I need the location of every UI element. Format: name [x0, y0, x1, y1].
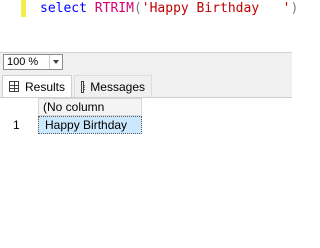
horizontal-scrollbar[interactable] — [65, 56, 290, 70]
zoom-value: 100 % — [7, 56, 39, 68]
result-cell[interactable]: Happy Birthday — [38, 116, 142, 134]
tab-messages[interactable]: Messages — [74, 75, 152, 97]
tab-results[interactable]: Results — [2, 75, 72, 97]
code-line[interactable]: select RTRIM('Happy Birthday ') — [40, 0, 298, 17]
row-header[interactable]: 1 — [6, 116, 38, 134]
results-tab-strip: Results Messages — [0, 73, 292, 98]
grid-corner[interactable] — [6, 98, 38, 116]
close-paren-token: ) — [290, 1, 299, 16]
open-paren-token: ( — [133, 1, 142, 16]
tab-messages-label: Messages — [90, 79, 145, 94]
string-token: 'Happy Birthday ' — [141, 1, 291, 16]
function-token: RTRIM — [94, 1, 134, 16]
query-editor[interactable]: select RTRIM('Happy Birthday ') — [0, 0, 298, 52]
column-header[interactable]: (No column name) — [38, 98, 142, 130]
zoom-bar: 100 % — [0, 52, 292, 73]
grid-icon — [9, 81, 19, 92]
messages-icon — [81, 80, 85, 93]
tab-results-label: Results — [24, 79, 65, 94]
results-grid: (No column name) 1 Happy Birthday — [0, 98, 292, 248]
change-marker — [21, 0, 26, 17]
keyword-token: select — [40, 1, 87, 16]
chevron-down-icon[interactable] — [49, 55, 62, 69]
zoom-dropdown[interactable]: 100 % — [3, 54, 63, 70]
